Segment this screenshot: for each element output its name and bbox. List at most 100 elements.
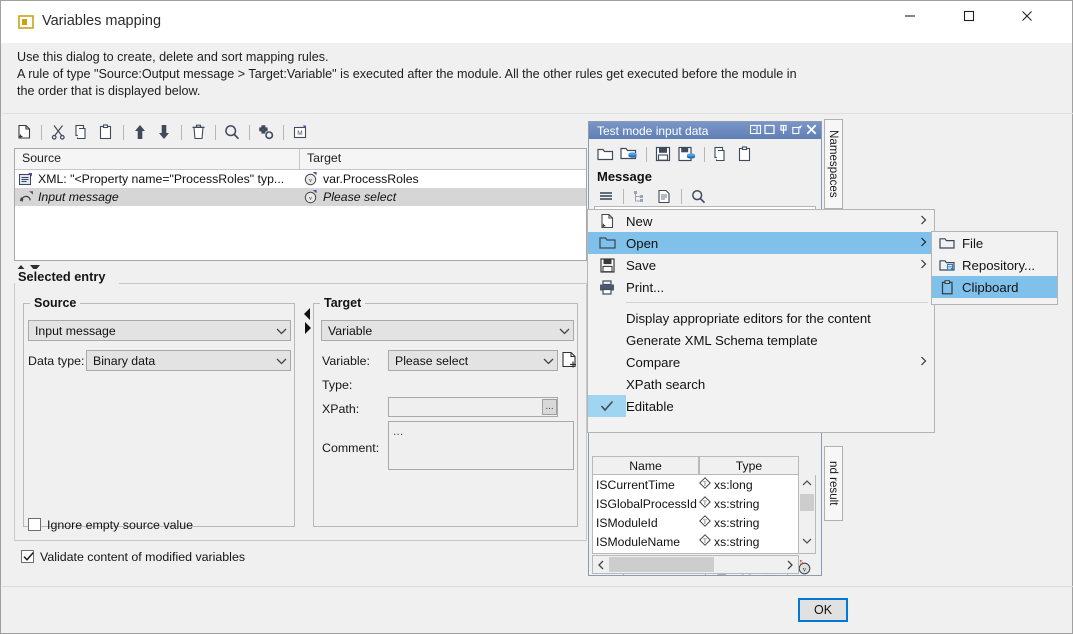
menu-item-print[interactable]: Print... bbox=[588, 276, 934, 298]
table-row[interactable]: Input message v Please select bbox=[15, 188, 586, 206]
submenu-item-clipboard[interactable]: Clipboard bbox=[932, 276, 1057, 298]
validate-content-checkbox[interactable] bbox=[21, 550, 34, 563]
submenu-item-file[interactable]: File bbox=[932, 232, 1057, 254]
list-item[interactable]: ISGlobalProcessId T xs:string bbox=[593, 494, 798, 513]
type-icon: T bbox=[699, 477, 711, 492]
variables-vertical-scrollbar[interactable] bbox=[799, 475, 816, 554]
type-icon: T bbox=[699, 496, 711, 511]
menu-item-new[interactable]: New bbox=[588, 210, 934, 232]
scroll-up-arrow-icon[interactable] bbox=[799, 475, 814, 491]
scrollbar-thumb[interactable] bbox=[800, 494, 814, 511]
menu-item-editable[interactable]: Editable bbox=[588, 395, 934, 417]
list-item[interactable]: ISModuleId T xs:string bbox=[593, 513, 798, 532]
menu-item-generate-xml-schema[interactable]: Generate XML Schema template bbox=[588, 329, 934, 351]
pin-icon[interactable] bbox=[778, 124, 789, 138]
list-item[interactable]: ISCurrentTime T xs:long bbox=[593, 475, 798, 494]
minimize-left-icon[interactable] bbox=[750, 124, 761, 138]
tab-result[interactable]: nd result bbox=[824, 446, 843, 521]
variables-list[interactable]: ISCurrentTime T xs:long ISGlobalProcessI… bbox=[592, 475, 799, 554]
cut-icon[interactable] bbox=[47, 121, 69, 143]
tree-view-icon[interactable] bbox=[629, 185, 651, 207]
ignore-empty-source-checkbox[interactable] bbox=[28, 518, 41, 531]
scrollbar-thumb[interactable] bbox=[609, 557, 714, 572]
type-text: xs:long bbox=[714, 478, 753, 492]
open-file-icon[interactable] bbox=[594, 143, 616, 165]
paste-icon[interactable] bbox=[734, 143, 756, 165]
close-button[interactable] bbox=[1004, 1, 1050, 31]
table-row[interactable]: XML: "<Property name="ProcessRoles" typ.… bbox=[15, 170, 586, 188]
mapping-icon[interactable]: M bbox=[289, 121, 311, 143]
column-header-name[interactable]: Name bbox=[592, 456, 699, 475]
window-app-icon bbox=[18, 14, 34, 30]
restore-icon[interactable] bbox=[792, 124, 803, 138]
copy-icon[interactable] bbox=[71, 121, 93, 143]
source-type-combo[interactable]: Input message bbox=[28, 320, 291, 341]
comment-textarea[interactable]: ... bbox=[388, 421, 574, 470]
save-repository-icon[interactable] bbox=[676, 143, 698, 165]
search-icon[interactable] bbox=[687, 185, 709, 207]
rules-toolbar: M bbox=[13, 119, 1061, 145]
data-type-value: Binary data bbox=[93, 354, 272, 368]
xml-document-icon bbox=[18, 172, 34, 186]
xpath-browse-button[interactable]: ... bbox=[542, 399, 557, 415]
menu-item-xpath-search[interactable]: XPath search bbox=[588, 373, 934, 395]
close-icon[interactable] bbox=[806, 124, 817, 138]
test-panel-titlebar[interactable]: Test mode input data bbox=[589, 122, 821, 139]
type-icon: T bbox=[699, 534, 711, 549]
save-icon[interactable] bbox=[652, 143, 674, 165]
copy-icon[interactable] bbox=[710, 143, 732, 165]
menu-item-compare[interactable]: Compare bbox=[588, 351, 934, 373]
column-header-type[interactable]: Type bbox=[699, 456, 799, 475]
open-repository-icon[interactable] bbox=[618, 143, 640, 165]
column-header-target[interactable]: Target bbox=[300, 149, 586, 169]
open-folder-icon bbox=[588, 236, 626, 250]
submenu-item-label: File bbox=[962, 236, 1057, 251]
variable-value: Please select bbox=[395, 354, 539, 368]
scroll-right-arrow-icon[interactable] bbox=[782, 560, 798, 570]
xpath-input[interactable] bbox=[388, 397, 558, 417]
move-up-icon[interactable] bbox=[129, 121, 151, 143]
scroll-left-arrow-icon[interactable] bbox=[593, 560, 609, 570]
scroll-down-arrow-icon[interactable] bbox=[799, 533, 814, 549]
move-down-icon[interactable] bbox=[153, 121, 175, 143]
target-text: var.ProcessRoles bbox=[323, 172, 419, 186]
maximize-button[interactable] bbox=[946, 1, 992, 31]
menu-item-label: Open bbox=[626, 236, 912, 251]
settings-icon[interactable] bbox=[255, 121, 277, 143]
menu-item-save[interactable]: Save bbox=[588, 254, 934, 276]
menu-item-label: Save bbox=[626, 258, 912, 273]
submenu-item-repository[interactable]: Repository... bbox=[932, 254, 1057, 276]
variable-type: T xs:string bbox=[699, 496, 798, 511]
variable-combo[interactable]: Please select bbox=[388, 350, 558, 371]
target-type-combo[interactable]: Variable bbox=[321, 320, 574, 341]
paste-icon[interactable] bbox=[95, 121, 117, 143]
menu-item-open[interactable]: Open bbox=[588, 232, 934, 254]
submenu-item-label: Repository... bbox=[962, 258, 1057, 273]
delete-icon[interactable] bbox=[187, 121, 209, 143]
input-message-icon bbox=[18, 190, 34, 204]
source-text: Input message bbox=[38, 190, 119, 204]
minimize-button[interactable] bbox=[887, 1, 933, 31]
ok-button[interactable]: OK bbox=[798, 598, 848, 622]
window-titlebar: Variables mapping bbox=[1, 1, 1072, 43]
list-view-icon[interactable] bbox=[595, 185, 617, 207]
folder-icon bbox=[932, 237, 962, 250]
mapping-rules-table[interactable]: Source Target XML: "<Property name="Proc… bbox=[14, 148, 587, 261]
text-view-icon[interactable] bbox=[653, 185, 675, 207]
new-rule-icon[interactable] bbox=[13, 121, 35, 143]
tab-namespaces[interactable]: Namespaces bbox=[824, 119, 843, 209]
data-type-combo[interactable]: Binary data bbox=[86, 350, 291, 371]
column-header-source[interactable]: Source bbox=[15, 149, 300, 169]
svg-text:T: T bbox=[703, 538, 707, 544]
variables-horizontal-scrollbar[interactable] bbox=[592, 555, 799, 574]
toolbar-separator bbox=[283, 125, 284, 140]
comment-label: Comment: bbox=[322, 441, 379, 455]
list-item[interactable]: ISModuleName T xs:string bbox=[593, 532, 798, 551]
variable-name: ISCurrentTime bbox=[593, 478, 699, 492]
maximize-icon[interactable] bbox=[764, 124, 775, 138]
search-icon[interactable] bbox=[221, 121, 243, 143]
menu-item-display-editors[interactable]: Display appropriate editors for the cont… bbox=[588, 307, 934, 329]
svg-text:T: T bbox=[703, 500, 707, 506]
new-variable-button[interactable] bbox=[561, 351, 578, 372]
group-splitter[interactable] bbox=[303, 306, 312, 336]
